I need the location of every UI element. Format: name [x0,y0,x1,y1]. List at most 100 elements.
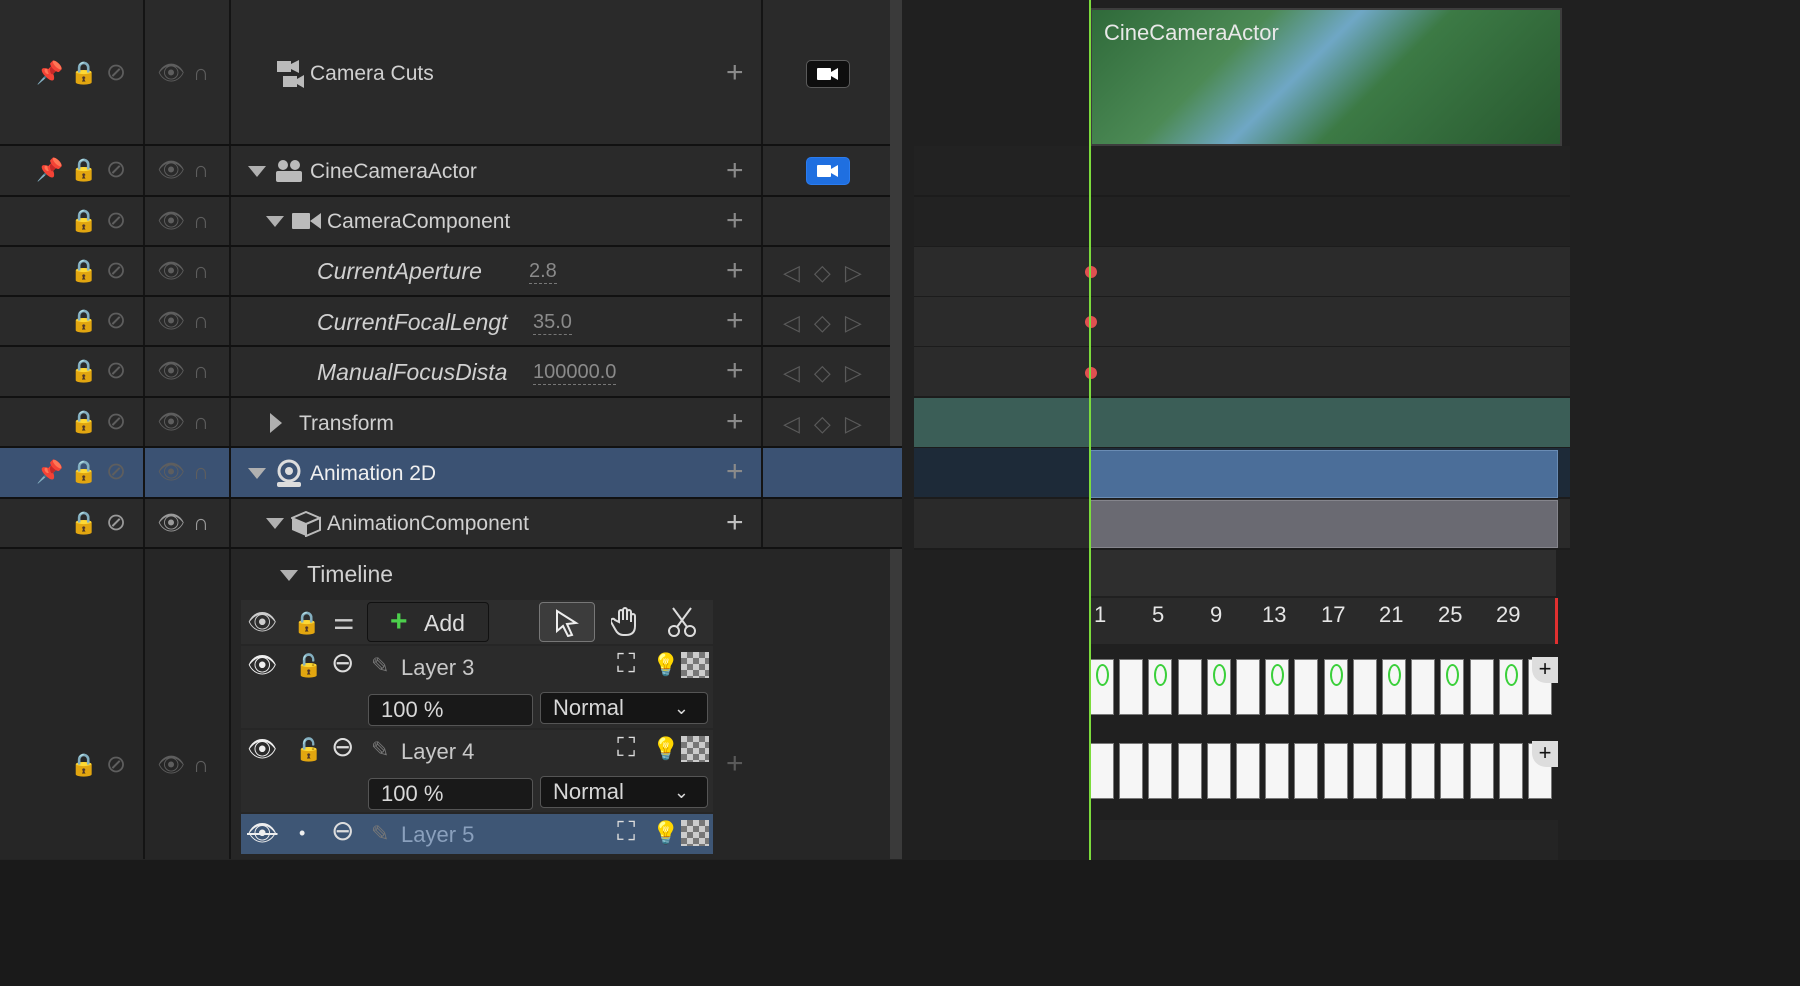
lock-icon[interactable]: 🔒 [70,210,97,232]
lock-icon[interactable]: 🔒 [70,159,97,181]
blend-mode-dropdown[interactable]: Normal ⌄ [540,776,708,808]
add-track-button[interactable]: + [726,749,744,779]
frame-cell[interactable] [1440,743,1465,799]
disable-icon[interactable]: ⊘ [106,61,126,85]
lightbulb-icon[interactable]: 💡 [652,654,679,676]
disable-icon[interactable]: ⊘ [106,259,126,283]
add-frame-icon[interactable]: + [1532,741,1558,767]
scissors-icon[interactable] [667,606,697,638]
disable-icon[interactable]: ⊘ [106,511,126,535]
eye-hidden-icon[interactable]: 👁 [247,822,277,846]
headphones-icon[interactable]: ∩ [193,360,209,382]
headphones-icon[interactable]: ∩ [193,210,209,232]
disable-icon[interactable]: ⊘ [106,158,126,182]
checker-icon[interactable] [681,736,709,762]
eye-icon[interactable]: 👁 [157,360,185,382]
frame-cell[interactable] [1440,659,1465,715]
hand-tool-icon[interactable] [611,606,641,638]
eye-icon[interactable]: 👁 [247,611,277,635]
selection-frame-icon[interactable]: ⛶ [617,818,635,844]
frame-cell[interactable] [1148,659,1173,715]
lock-icon[interactable]: 🔒 [70,461,97,483]
key-navigation-icons[interactable]: ◁◇▷ [783,411,876,437]
track-row-current-aperture[interactable]: 🔒 ⊘ 👁 ∩ CurrentAperture 2.8 + ◁◇▷ [0,247,902,297]
headphones-icon[interactable]: ∩ [193,310,209,332]
frame-ruler[interactable]: 1 5 9 13 17 21 25 29 [1090,598,1558,644]
lock-icon[interactable]: 🔒 [70,512,97,534]
frame-cell[interactable] [1090,743,1114,799]
camera-cut-toggle[interactable] [806,157,850,185]
eye-icon[interactable]: 👁 [157,411,185,433]
add-frame-icon[interactable]: + [1532,657,1558,683]
frame-cell[interactable] [1119,659,1144,715]
outliner-scrollbar[interactable] [890,0,902,446]
eye-icon[interactable]: 👁 [157,159,185,181]
frame-cell[interactable] [1119,743,1144,799]
frame-cell[interactable] [1148,743,1173,799]
layer-item[interactable]: 👁 🔓 ⊖ ✎ Layer 4 ⛶ 💡 100 % Normal ⌄ [241,730,713,812]
track-row-manual-focus-distance[interactable]: 🔒 ⊘ 👁 ∩ ManualFocusDista 100000.0 + ◁◇▷ [0,347,902,398]
minus-circle-icon[interactable]: ⊖ [331,817,354,845]
lock-icon[interactable]: 🔒 [70,310,97,332]
layer-item-selected[interactable]: 👁 • ⊖ ✎ Layer 5 ⛶ 💡 [241,814,713,854]
selection-frame-icon[interactable]: ⛶ [617,650,635,676]
pin-icon[interactable]: 📌 [36,461,63,483]
lock-icon[interactable]: 🔒 [70,411,97,433]
keyframe[interactable] [1085,266,1097,278]
disable-icon[interactable]: ⊘ [106,460,126,484]
headphones-icon[interactable]: ∩ [193,754,209,776]
headphones-icon[interactable]: ∩ [193,62,209,84]
lock-icon[interactable]: 🔒 [70,754,97,776]
animation-component-section[interactable] [1090,500,1558,548]
eye-icon[interactable]: 👁 [157,210,185,232]
pin-icon[interactable]: 📌 [36,62,63,84]
keyframe[interactable] [1085,367,1097,379]
lock-icon[interactable]: 🔒 [70,260,97,282]
frame-cell[interactable] [1236,743,1260,799]
lightbulb-icon[interactable]: 💡 [652,822,679,844]
minus-circle-icon[interactable]: ⊖ [331,649,354,677]
frame-cell[interactable] [1382,659,1406,715]
disable-icon[interactable]: ⊘ [106,753,126,777]
add-track-button[interactable]: + [726,156,744,186]
opacity-field[interactable]: 100 % [368,778,533,810]
disable-icon[interactable]: ⊘ [106,410,126,434]
minus-circle-icon[interactable]: ⊖ [331,733,354,761]
checker-icon[interactable] [681,820,709,846]
add-key-button[interactable]: + [726,256,744,286]
property-value-field[interactable]: 100000.0 [533,360,617,385]
collapse-arrow-icon[interactable] [266,216,284,227]
dot-icon[interactable]: • [299,822,305,844]
timeline-section[interactable] [1090,550,1556,596]
unlock-icon[interactable]: 🔓 [295,739,322,761]
add-key-button[interactable]: + [726,407,744,437]
track-row-camera-cuts[interactable]: 📌 🔒 ⊘ 👁 ∩ Camera Cuts + [0,0,902,146]
camera-cut-section[interactable]: CineCameraActor [1090,8,1562,146]
collapse-arrow-icon[interactable] [248,166,266,177]
disable-icon[interactable]: ⊘ [106,209,126,233]
headphones-icon[interactable]: ∩ [193,512,209,534]
lightbulb-icon[interactable]: 💡 [652,738,679,760]
selection-frame-icon[interactable]: ⛶ [617,734,635,760]
track-row-current-focal-length[interactable]: 🔒 ⊘ 👁 ∩ CurrentFocalLengt 35.0 + ◁◇▷ [0,297,902,347]
frame-cell[interactable] [1294,743,1319,799]
add-layer-button[interactable]: + Add [367,602,489,642]
layer-item[interactable]: 👁 🔓 ⊖ ✎ Layer 3 ⛶ 💡 100 % Normal ⌄ [241,646,713,728]
eye-icon[interactable]: 👁 [247,654,277,678]
property-value-field[interactable]: 35.0 [533,310,572,335]
frame-cell[interactable] [1469,659,1494,715]
frame-cell[interactable] [1498,659,1523,715]
frame-cell[interactable] [1498,743,1523,799]
layer-3-frames[interactable]: + [1090,657,1558,717]
key-navigation-icons[interactable]: ◁◇▷ [783,360,876,386]
pin-icon[interactable]: 📌 [36,159,63,181]
camera-lock-toggle[interactable] [806,60,850,88]
playhead[interactable] [1089,0,1091,860]
key-navigation-icons[interactable]: ◁◇▷ [783,310,876,336]
add-track-button[interactable]: + [726,457,744,487]
add-key-button[interactable]: + [726,356,744,386]
outliner-scrollbar-lower[interactable] [890,549,902,859]
key-navigation-icons[interactable]: ◁◇▷ [783,260,876,286]
eye-icon[interactable]: 👁 [157,260,185,282]
frame-cell[interactable] [1265,659,1290,715]
